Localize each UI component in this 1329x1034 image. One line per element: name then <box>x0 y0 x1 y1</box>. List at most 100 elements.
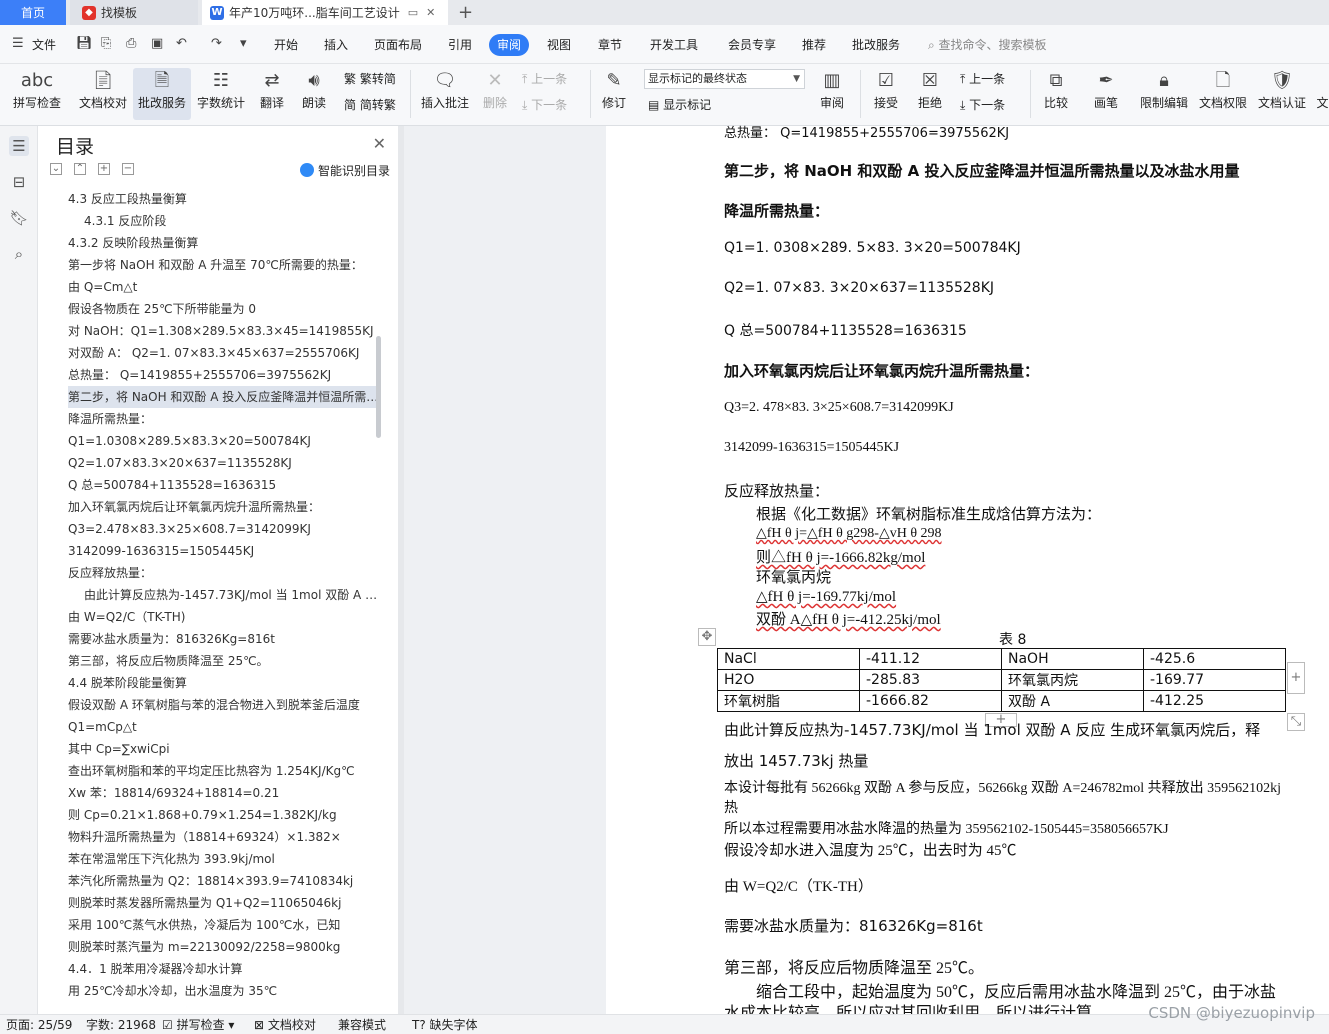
table-resize-icon[interactable]: ⤡ <box>1287 713 1305 731</box>
menu-start[interactable]: 开始 <box>274 34 298 56</box>
menu-review[interactable]: 审阅 <box>489 34 530 56</box>
toc-item[interactable]: Q1=1.0308×289.5×83.3×20=500784KJ <box>68 430 380 452</box>
toc-scrollbar[interactable] <box>376 336 381 438</box>
toc-item[interactable]: 由 Q=Cm△t <box>68 276 380 298</box>
toc-item[interactable]: 假设双酚 A 环氧树脂与苯的混合物进入到脱苯釜后温度 <box>68 694 380 716</box>
table-move-handle-icon[interactable]: ✥ <box>698 628 716 646</box>
simp-to-trad-button[interactable]: 简 简转繁 <box>344 94 396 116</box>
next-comment-button[interactable]: ⤓ 下一条 <box>522 94 567 116</box>
toc-item[interactable]: 总热量： Q=1419855+2555706=3975562KJ <box>68 364 380 386</box>
toc-item[interactable]: 由此计算反应热为-1457.73KJ/mol 当 1mol 双酚 A 反应生成环… <box>68 584 380 606</box>
document-page[interactable] <box>606 126 1329 1014</box>
print-icon[interactable]: ⎙ <box>126 36 136 51</box>
toc-item[interactable]: 则脱苯时蒸发器所需热量为 Q1+Q2=11065046kj <box>68 892 380 914</box>
expand-level-icon[interactable]: ⌃ <box>74 163 86 175</box>
add-entry-icon[interactable]: + <box>98 163 110 175</box>
find-icon[interactable]: ⌕ <box>9 244 29 264</box>
next-change-button[interactable]: ⤓ 下一条 <box>960 94 1005 116</box>
collapse-all-icon[interactable]: ⌄ <box>50 163 62 175</box>
toc-item[interactable]: 苯在常温常压下汽化热为 393.9kj/mol <box>68 848 380 870</box>
tab-close-icon[interactable]: ✕ <box>426 6 435 19</box>
show-markup-button[interactable]: ▤ 显示标记 <box>648 94 711 116</box>
menu-chapter[interactable]: 章节 <box>598 34 622 56</box>
redo-icon[interactable]: ↷ <box>211 36 222 51</box>
table-cell[interactable]: -1666.82 <box>859 690 1002 712</box>
add-column-button[interactable]: + <box>1287 662 1305 694</box>
export-pdf-icon[interactable]: ⎘ <box>101 36 111 51</box>
toc-item[interactable]: 查出环氧树脂和苯的平均定压比热容为 1.254KJ/Kg℃ <box>68 760 380 782</box>
tab-screen-icon[interactable]: ▭ <box>408 6 418 19</box>
accept-button[interactable]: ☑ 接受 <box>866 68 906 120</box>
save-icon[interactable]: 💾︎ <box>76 36 93 51</box>
menu-reference[interactable]: 引用 <box>448 34 472 56</box>
smart-toc-button[interactable]: 智能识别目录 <box>299 162 390 179</box>
menu-view[interactable]: 视图 <box>547 34 571 56</box>
review-service-button[interactable]: 🗎︎ 批改服务 <box>133 68 191 120</box>
menu-dev-tools[interactable]: 开发工具 <box>650 34 698 56</box>
toc-item[interactable]: 对 NaOH：Q1=1.308×289.5×83.3×45=1419855KJ <box>68 320 380 342</box>
toc-item[interactable]: 采用 100℃蒸气水供热，冷凝后为 100℃水，已知 <box>68 914 380 936</box>
table-cell[interactable]: -169.77 <box>1143 669 1286 691</box>
toc-item[interactable]: Q1=mCp△t <box>68 716 380 738</box>
word-count-button[interactable]: ☷ 字数统计 <box>194 68 248 120</box>
insert-comment-button[interactable]: 🗨︎ 插入批注 <box>418 68 472 120</box>
table-cell[interactable]: -285.83 <box>859 669 1002 691</box>
toc-item[interactable]: 4.4 脱苯阶段能量衡算 <box>68 672 380 694</box>
toc-item[interactable]: 4.3.1 反应阶段 <box>68 210 380 232</box>
table-cell[interactable]: H2O <box>717 669 860 691</box>
spell-check-button[interactable]: abc 拼写检查 <box>6 68 68 120</box>
table-cell[interactable]: 环氧树脂 <box>717 690 860 712</box>
table-cell[interactable]: 环氧氯丙烷 <box>1001 669 1144 691</box>
prev-change-button[interactable]: ⤒ 上一条 <box>960 68 1005 90</box>
toc-item[interactable]: 第一步将 NaOH 和双酚 A 升温至 70℃所需要的热量： <box>68 254 380 276</box>
toc-item[interactable]: 则脱苯时蒸汽量为 m=22130092/2258=9800kg <box>68 936 380 958</box>
toc-item[interactable]: 降温所需热量： <box>68 408 380 430</box>
hamburger-icon[interactable]: ☰ <box>12 36 24 51</box>
reject-button[interactable]: ☒ 拒绝 <box>910 68 950 120</box>
doc-proof-button[interactable]: 📄︎ 文档校对 <box>74 68 132 120</box>
prev-comment-button[interactable]: ⤒ 上一条 <box>522 68 567 90</box>
missing-font[interactable]: T? 缺失字体 <box>412 1016 478 1034</box>
toc-item[interactable]: 4.4．1 脱苯用冷凝器冷却水计算 <box>68 958 380 980</box>
toc-item[interactable]: 则 Cp=0.21×1.868+0.79×1.254=1.382KJ/kg <box>68 804 380 826</box>
menu-insert[interactable]: 插入 <box>324 34 348 56</box>
word-count[interactable]: 字数: 21968 <box>86 1016 156 1034</box>
toc-item[interactable]: 第二步，将 NaOH 和双酚 A 投入反应釜降温并恒温所需热量以及冰盐水用量 <box>68 386 380 408</box>
more-icon[interactable]: ▾ <box>240 36 247 51</box>
toc-item[interactable]: Q 总=500784+1135528=1636315 <box>68 474 380 496</box>
table-cell[interactable]: 双酚 A <box>1001 690 1144 712</box>
page-indicator[interactable]: 页面: 25/59 <box>6 1016 72 1034</box>
close-icon[interactable]: ✕ <box>373 134 386 153</box>
new-tab-button[interactable]: + <box>458 2 473 23</box>
toc-item[interactable]: 4.3.2 反映阶段热量衡算 <box>68 232 380 254</box>
delete-comment-button[interactable]: ✕ 删除 <box>476 68 514 120</box>
command-search[interactable]: ⌕ 查找命令、搜索模板 <box>928 34 1047 56</box>
tab-home[interactable]: 首页 <box>0 0 66 25</box>
print-preview-icon[interactable]: ▣ <box>151 36 163 51</box>
tab-document[interactable]: W 年产10万吨环...脂车间工艺设计 ▭ ✕ <box>202 0 448 25</box>
bookmark-icon[interactable]: 🔖︎ <box>9 208 29 228</box>
toc-item[interactable]: 3142099-1636315=1505445KJ <box>68 540 380 562</box>
toc-item[interactable]: Q2=1.07×83.3×20×637=1135528KJ <box>68 452 380 474</box>
toc-item[interactable]: 其中 Cp=∑xwiCpi <box>68 738 380 760</box>
toc-item[interactable]: 苯汽化所需热量为 Q2：18814×393.9=7410834kj <box>68 870 380 892</box>
table-cell[interactable]: -412.25 <box>1143 690 1286 712</box>
menu-recommend[interactable]: 推荐 <box>802 34 826 56</box>
toc-item[interactable]: 第三部，将反应后物质降温至 25℃。 <box>68 650 380 672</box>
toc-item[interactable]: 用 25℃冷却水冷却，出水温度为 35℃ <box>68 980 380 1002</box>
toc-item[interactable]: 物料升温所需热量为（18814+69324）×1.382× <box>68 826 380 848</box>
toc-item[interactable]: 假设各物质在 25℃下所带能量为 0 <box>68 298 380 320</box>
tab-template[interactable]: ◆ 找模板 <box>70 0 198 25</box>
toc-item[interactable]: 由 W=Q2/C（TK-TH) <box>68 606 380 628</box>
trad-to-simp-button[interactable]: 繁 繁转简 <box>344 68 396 90</box>
navigation-icon[interactable]: ⊟ <box>9 172 29 192</box>
more-ribbon-button[interactable]: 文 <box>1316 68 1329 120</box>
toc-pane-icon[interactable]: ☰ <box>9 136 29 156</box>
doc-permission-button[interactable]: 🗋︎ 文档权限 <box>1196 68 1250 120</box>
toc-item[interactable]: 加入环氧氯丙烷后让环氧氯丙烷升温所需热量： <box>68 496 380 518</box>
table-cell[interactable]: NaCl <box>717 648 860 670</box>
revise-button[interactable]: ✎ 修订 <box>596 68 632 120</box>
toc-item[interactable]: ⌄反应释放热量： <box>68 562 380 584</box>
table-cell[interactable]: -411.12 <box>859 648 1002 670</box>
toc-item[interactable]: ⌄4.3 反应工段热量衡算 <box>68 188 380 210</box>
